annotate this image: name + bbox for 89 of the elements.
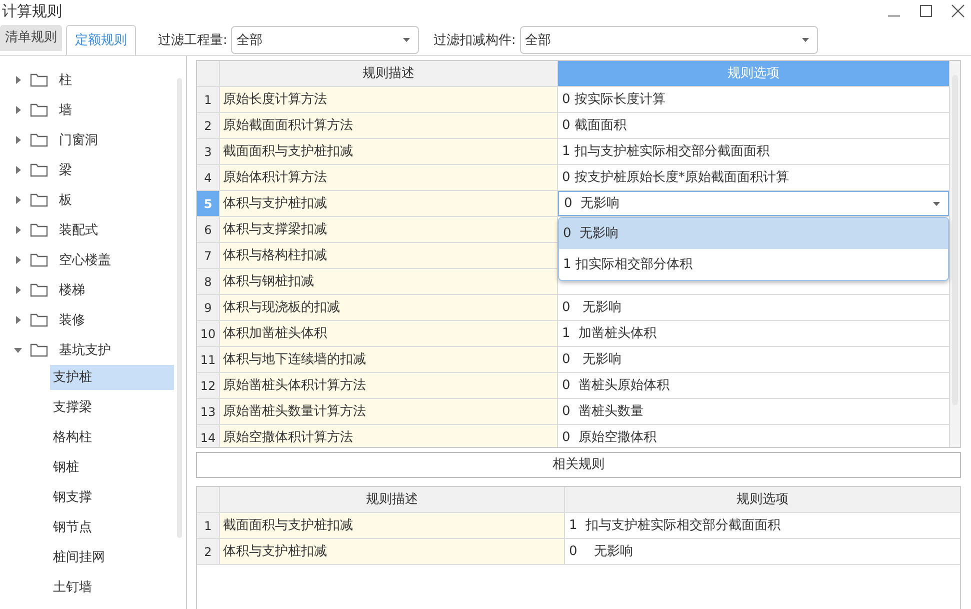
table-cell: 截面面积与支护桩扣减	[220, 513, 565, 538]
expand-arrow-icon[interactable]	[14, 76, 22, 84]
collapse-arrow-icon[interactable]	[14, 346, 22, 354]
dropdown-option[interactable]: 0 无影响	[559, 218, 948, 249]
folder-icon	[30, 223, 48, 237]
tree-item[interactable]: 桩间挂网	[50, 545, 174, 570]
tree-item[interactable]: 支护桩	[50, 365, 174, 390]
section-title: 相关规则	[196, 452, 961, 478]
tree-item[interactable]: 装配式	[59, 221, 98, 239]
filter-label: 过滤扣减构件:	[433, 32, 516, 49]
expand-arrow-icon[interactable]	[14, 166, 22, 174]
row-number: 14	[197, 425, 220, 447]
tree-item[interactable]: 基坑支护	[59, 341, 111, 359]
row-number: 4	[197, 165, 220, 190]
folder-icon	[30, 253, 48, 267]
tree-item[interactable]: 楼梯	[59, 281, 85, 299]
window-title: 计算规则	[2, 2, 62, 20]
table-cell: 原始体积计算方法	[220, 165, 558, 190]
folder-icon	[30, 283, 48, 297]
tree-item[interactable]: 板	[59, 191, 72, 209]
maximize-icon[interactable]	[919, 4, 933, 18]
option-combobox[interactable]: 0 无影响	[558, 191, 949, 216]
table-cell: 原始长度计算方法	[220, 87, 558, 112]
row-number: 12	[197, 373, 220, 398]
table-cell: 原始空撒体积计算方法	[220, 425, 558, 447]
caret-icon	[933, 202, 940, 206]
folder-icon	[30, 193, 48, 207]
dropdown-option[interactable]: 1 扣实际相交部分体积	[559, 249, 948, 280]
expand-arrow-icon[interactable]	[14, 286, 22, 294]
close-icon[interactable]	[951, 4, 965, 18]
expand-arrow-icon[interactable]	[14, 316, 22, 324]
row-number: 9	[197, 295, 220, 320]
tree-item[interactable]: 梁	[59, 161, 72, 179]
table-cell: 体积与支撑梁扣减	[220, 217, 558, 242]
folder-icon	[30, 133, 48, 147]
expand-arrow-icon[interactable]	[14, 106, 22, 114]
row-number: 8	[197, 269, 220, 294]
row-number: 2	[197, 113, 220, 138]
column-header: 规则描述	[220, 487, 565, 512]
expand-arrow-icon[interactable]	[14, 226, 22, 234]
table-cell: 体积与钢桩扣减	[220, 269, 558, 294]
folder-icon	[30, 73, 48, 87]
row-number: 13	[197, 399, 220, 424]
row-number: 1	[197, 87, 220, 112]
tree-item[interactable]: 格构柱	[50, 425, 174, 450]
tree-item[interactable]: 墙	[59, 101, 72, 119]
table-cell: 体积与地下连续墙的扣减	[220, 347, 558, 372]
expand-arrow-icon[interactable]	[14, 256, 22, 264]
tree-item[interactable]: 柱	[59, 71, 72, 89]
table-cell: 体积与格构柱扣减	[220, 243, 558, 268]
column-header: 规则描述	[220, 61, 558, 86]
table-cell: 原始凿桩头体积计算方法	[220, 373, 558, 398]
row-number: 11	[197, 347, 220, 372]
folder-icon	[30, 343, 48, 357]
row-number: 1	[197, 513, 220, 538]
filter-label: 过滤工程量:	[158, 32, 228, 49]
row-number: 5	[197, 191, 220, 216]
row-number: 3	[197, 139, 220, 164]
expand-arrow-icon[interactable]	[14, 196, 22, 204]
row-number: 6	[197, 217, 220, 242]
tree-item[interactable]: 支撑梁	[50, 395, 174, 420]
table-cell: 体积加凿桩头体积	[220, 321, 558, 346]
filter-dropdown[interactable]: 全部	[520, 26, 818, 54]
tree-item[interactable]: 钢支撑	[50, 485, 174, 510]
tree-item[interactable]: 空心楼盖	[59, 251, 111, 269]
expand-arrow-icon[interactable]	[14, 136, 22, 144]
folder-icon	[30, 313, 48, 327]
tree-item[interactable]: 门窗洞	[59, 131, 98, 149]
table-cell: 体积与支护桩扣减	[220, 191, 558, 216]
tree-item[interactable]: 钢节点	[50, 515, 174, 540]
filter-dropdown[interactable]: 全部	[231, 26, 420, 54]
table-cell: 原始截面面积计算方法	[220, 113, 558, 138]
row-number: 7	[197, 243, 220, 268]
row-number: 2	[197, 539, 220, 564]
tab[interactable]: 清单规则	[0, 25, 62, 51]
caret-icon	[403, 38, 410, 42]
column-header: 规则选项	[565, 487, 960, 512]
caret-icon	[802, 38, 809, 42]
table-cell: 体积与支护桩扣减	[220, 539, 565, 564]
column-header: 规则选项	[558, 61, 949, 86]
tree-item[interactable]: 钢桩	[50, 455, 174, 480]
table-cell: 截面面积与支护桩扣减	[220, 139, 558, 164]
folder-icon	[30, 163, 48, 177]
table-cell: 体积与现浇板的扣减	[220, 295, 558, 320]
row-number: 10	[197, 321, 220, 346]
tree-item[interactable]: 装修	[59, 311, 85, 329]
folder-icon	[30, 103, 48, 117]
table-cell: 原始凿桩头数量计算方法	[220, 399, 558, 424]
tree-item[interactable]: 土钉墙	[50, 575, 174, 600]
